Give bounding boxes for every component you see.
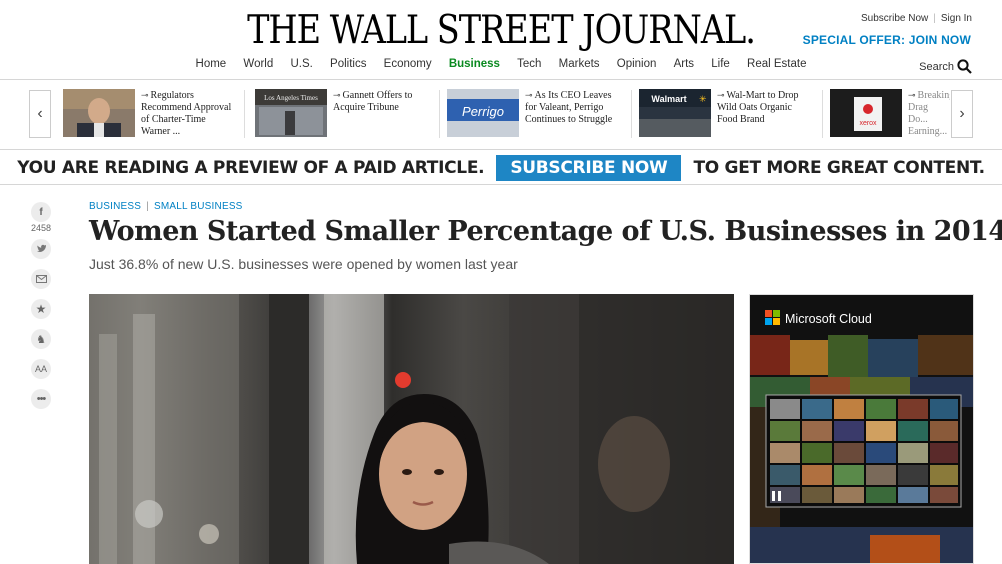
breadcrumb-subsection[interactable]: SMALL BUSINESS: [154, 201, 243, 212]
nav-real-estate[interactable]: Real Estate: [747, 58, 806, 70]
key-icon: ⊸: [908, 90, 916, 100]
carousel-thumbnail: [63, 89, 135, 137]
ad-brand-text: Microsoft Cloud: [785, 312, 872, 326]
thumbnail-caption: Walmart: [651, 94, 686, 104]
carousel-item[interactable]: Walmart ✳ ⊸ Wal-Mart to Drop Wild Oats Org…: [639, 89, 813, 139]
search-icon: [957, 59, 972, 74]
carousel-item[interactable]: ⊸ Regulators Recommend Approval of Charte…: [63, 89, 237, 139]
special-offer-link[interactable]: SPECIAL OFFER: JOIN NOW: [803, 33, 971, 47]
search-button[interactable]: Search: [919, 59, 972, 74]
headline-carousel: ‹ ⊸ Regulators Recommend Approval of Char…: [0, 80, 1002, 150]
star-icon: ★: [35, 302, 47, 316]
article-photo: [89, 294, 734, 564]
nav-economy[interactable]: Economy: [384, 58, 432, 70]
breadcrumb-section[interactable]: BUSINESS: [89, 201, 141, 212]
ad-creative: Microsoft Cloud: [750, 295, 973, 563]
key-icon: ⊸: [717, 90, 725, 100]
paywall-text: YOU ARE READING A PREVIEW OF A PAID ARTI…: [17, 157, 485, 178]
search-label: Search: [919, 60, 954, 73]
thumbnail-caption: xerox: [859, 120, 877, 127]
masthead: THE WALL STREET JOURNAL. Subscribe Now | S…: [0, 0, 1002, 80]
nav-opinion[interactable]: Opinion: [617, 58, 657, 70]
facebook-icon: f: [39, 206, 43, 218]
nav-markets[interactable]: Markets: [559, 58, 600, 70]
share-rail: f 2458 ★ ♞ AA •••: [31, 202, 53, 419]
thumbnail-caption: Los Angeles Times: [264, 94, 318, 102]
breadcrumb: BUSINESS | SMALL BUSINESS: [89, 201, 243, 212]
carousel-item-text: ⊸ Wal-Mart to Drop Wild Oats Organic Food…: [717, 89, 813, 139]
carousel-divider: [631, 90, 632, 138]
carousel-thumbnail: Perrigo: [447, 89, 519, 137]
ellipsis-icon: •••: [36, 393, 47, 405]
chevron-left-icon: ‹: [37, 105, 43, 122]
key-icon: ⊸: [525, 90, 533, 100]
carousel-thumbnail: Los Angeles Times: [255, 89, 327, 137]
carousel-item-text: ⊸Breaking Drag Do... Earning...: [908, 89, 950, 139]
carousel-item-title: Regulators Recommend Approval of Charter…: [141, 90, 232, 137]
key-icon: ⊸: [141, 90, 149, 100]
article-headline: Women Started Smaller Percentage of U.S.…: [89, 216, 1002, 247]
twitter-share-button[interactable]: [31, 239, 51, 259]
carousel-item[interactable]: xerox ⊸Breaking Drag Do... Earning...: [830, 89, 950, 139]
carousel-item-text: ⊸ Gannett Offers to Acquire Tribune: [333, 89, 429, 139]
paywall-text-after: TO GET MORE GREAT CONTENT.: [693, 157, 985, 178]
nav-business[interactable]: Business: [449, 58, 500, 70]
evernote-share-button[interactable]: ♞: [31, 329, 51, 349]
carousel-item[interactable]: Perrigo ⊸ As Its CEO Leaves for Valeant, …: [447, 89, 621, 139]
more-options-button[interactable]: •••: [31, 389, 51, 409]
paywall-banner: YOU ARE READING A PREVIEW OF A PAID ARTI…: [0, 151, 1002, 185]
facebook-share-count: 2458: [30, 223, 52, 233]
nav-politics[interactable]: Politics: [330, 58, 366, 70]
carousel-next-button[interactable]: ›: [951, 90, 973, 138]
carousel-divider: [244, 90, 245, 138]
thumbnail-caption: Perrigo: [462, 104, 504, 119]
carousel-divider: [822, 90, 823, 138]
carousel-divider: [439, 90, 440, 138]
subscribe-now-button[interactable]: SUBSCRIBE NOW: [496, 154, 682, 181]
link-divider: |: [933, 13, 936, 24]
walmart-spark-icon: ✳: [699, 94, 707, 104]
subscribe-now-link[interactable]: Subscribe Now: [861, 13, 928, 24]
nav-tech[interactable]: Tech: [517, 58, 541, 70]
carousel-item-text: ⊸ As Its CEO Leaves for Valeant, Perrigo …: [525, 89, 621, 139]
article-dek: Just 36.8% of new U.S. businesses were o…: [89, 256, 518, 272]
facebook-share-button[interactable]: f: [31, 202, 51, 222]
email-share-button[interactable]: [31, 269, 51, 289]
article-photo-illustration: [89, 294, 734, 564]
carousel-prev-button[interactable]: ‹: [29, 90, 51, 138]
envelope-icon: [35, 275, 47, 283]
nav-world[interactable]: World: [243, 58, 273, 70]
carousel-item-title: As Its CEO Leaves for Valeant, Perrigo C…: [525, 90, 613, 125]
carousel-item-title: Gannett Offers to Acquire Tribune: [333, 90, 413, 113]
save-article-button[interactable]: ★: [31, 299, 51, 319]
chevron-right-icon: ›: [959, 105, 965, 122]
carousel-item-text: ⊸ Regulators Recommend Approval of Charte…: [141, 89, 237, 139]
account-links: Subscribe Now | Sign In: [861, 13, 972, 24]
carousel-thumbnail: Walmart ✳: [639, 89, 711, 137]
breadcrumb-divider: |: [146, 201, 149, 212]
advertisement[interactable]: Microsoft Cloud: [749, 294, 974, 564]
nav-home[interactable]: Home: [196, 58, 227, 70]
carousel-item-title: Wal-Mart to Drop Wild Oats Organic Food …: [717, 90, 799, 125]
nav-arts[interactable]: Arts: [674, 58, 694, 70]
evernote-icon: ♞: [36, 333, 46, 346]
twitter-icon: [36, 244, 46, 252]
text-size-icon: AA: [34, 364, 47, 374]
text-size-button[interactable]: AA: [31, 359, 51, 379]
carousel-item[interactable]: Los Angeles Times ⊸ Gannett Offers to Acq…: [255, 89, 429, 139]
nav-us[interactable]: U.S.: [290, 58, 312, 70]
main-nav: Home World U.S. Politics Economy Busines…: [0, 58, 1002, 70]
nav-life[interactable]: Life: [711, 58, 730, 70]
sign-in-link[interactable]: Sign In: [941, 13, 972, 24]
key-icon: ⊸: [333, 90, 341, 100]
carousel-thumbnail: xerox: [830, 89, 902, 137]
